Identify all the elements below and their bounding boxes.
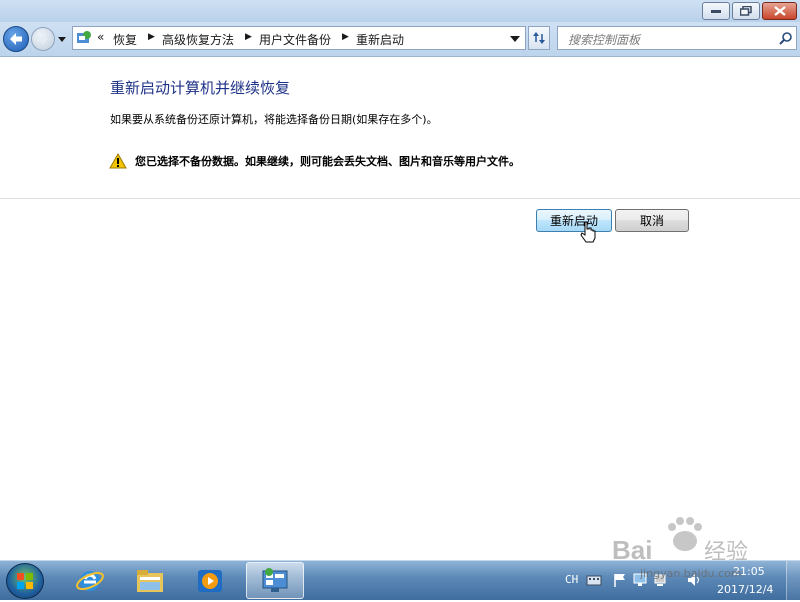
close-button[interactable]: [762, 2, 797, 20]
restart-button[interactable]: 重新启动: [536, 209, 612, 232]
taskbar-media-player[interactable]: [184, 562, 236, 599]
control-panel-icon: [262, 567, 288, 592]
breadcrumb-overflow[interactable]: «: [97, 30, 104, 44]
search-placeholder[interactable]: 搜索控制面板: [568, 31, 640, 48]
breadcrumb-separator-icon[interactable]: ▶: [245, 32, 252, 42]
internet-explorer-icon: [76, 570, 104, 591]
taskbar: CH 21:05 2017/12/4: [0, 560, 800, 601]
close-icon: [773, 6, 786, 16]
search-icon[interactable]: [778, 31, 794, 47]
action-center-flag-icon[interactable]: [612, 572, 628, 588]
breadcrumb-separator-icon[interactable]: ▶: [148, 32, 155, 42]
minimize-icon: [711, 10, 721, 13]
forward-arrow-icon: [37, 33, 48, 45]
control-panel-icon: [77, 31, 91, 43]
start-button[interactable]: [6, 563, 44, 599]
baidu-watermark-logo: Bai 经验: [612, 517, 748, 565]
forward-button[interactable]: [31, 27, 55, 51]
minimize-button[interactable]: [702, 2, 730, 20]
breadcrumb-separator-icon[interactable]: ▶: [342, 32, 349, 42]
address-bar[interactable]: « 恢复 ▶ 高级恢复方法 ▶ 用户文件备份 ▶ 重新启动: [72, 26, 526, 50]
warning-message: 您已选择不备份数据。如果继续，则可能会丢失文档、图片和音乐等用户文件。: [135, 155, 520, 168]
refresh-icon: [533, 32, 545, 44]
warning-icon: [109, 153, 127, 169]
clock-date[interactable]: 2017/12/4: [717, 583, 773, 596]
restore-button[interactable]: [732, 2, 760, 20]
navigation-bar: « 恢复 ▶ 高级恢复方法 ▶ 用户文件备份 ▶ 重新启动 搜索控制面板: [0, 22, 800, 57]
recent-pages-dropdown-icon[interactable]: [57, 34, 67, 44]
cancel-button[interactable]: 取消: [615, 209, 689, 232]
restore-icon: [740, 6, 752, 16]
windows-logo-icon: [17, 573, 33, 589]
refresh-button[interactable]: [528, 26, 550, 50]
page-title: 重新启动计算机并继续恢复: [110, 79, 291, 97]
taskbar-internet-explorer[interactable]: [64, 562, 116, 599]
language-indicator[interactable]: CH: [565, 573, 578, 586]
hand-cursor-icon: [580, 221, 596, 243]
breadcrumb-item-advanced-recovery[interactable]: 高级恢复方法: [162, 31, 234, 48]
back-button[interactable]: [3, 26, 29, 52]
address-dropdown-icon[interactable]: [509, 33, 521, 45]
breadcrumb-item-recovery[interactable]: 恢复: [113, 31, 137, 48]
search-box[interactable]: 搜索控制面板: [557, 26, 797, 50]
breadcrumb-item-user-file-backup[interactable]: 用户文件备份: [259, 31, 331, 48]
breadcrumb-item-restart[interactable]: 重新启动: [356, 31, 404, 48]
folder-icon: [137, 569, 163, 592]
page-description: 如果要从系统备份还原计算机，将能选择备份日期(如果存在多个)。: [110, 113, 438, 126]
show-desktop-button[interactable]: [786, 561, 800, 601]
media-player-icon: [198, 569, 222, 592]
divider: [0, 198, 800, 199]
taskbar-file-explorer[interactable]: [124, 562, 176, 599]
watermark-url: jingyan.baidu.com: [640, 567, 742, 580]
keyboard-icon[interactable]: [586, 572, 602, 588]
taskbar-control-panel[interactable]: [246, 562, 304, 599]
back-arrow-icon: [10, 33, 22, 45]
window-titlebar: [0, 0, 800, 22]
